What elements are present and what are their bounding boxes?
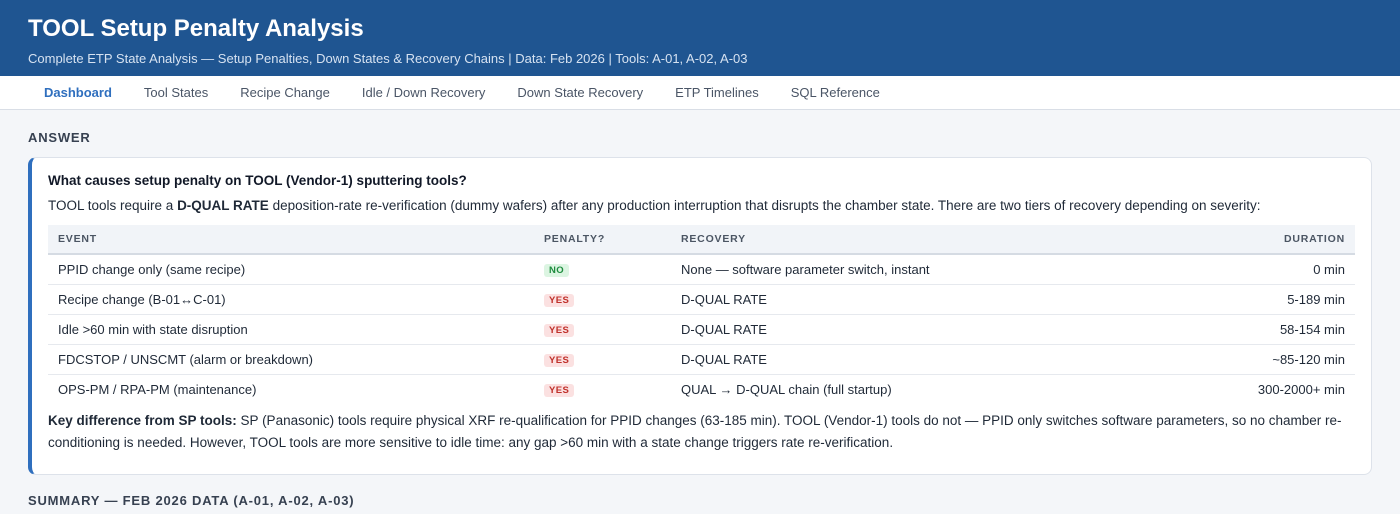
column-header-recovery: RECOVERY: [671, 225, 1160, 255]
intro-text-end: deposition-rate re-verification (dummy w…: [268, 198, 1261, 213]
table-row: Idle >60 min with state disruption YES D…: [48, 314, 1355, 345]
answer-section-title: ANSWER: [28, 130, 91, 145]
duration-cell: 5-189 min: [1160, 284, 1355, 315]
column-header-event: EVENT: [48, 225, 534, 255]
intro-text-start: TOOL tools require a: [48, 198, 178, 213]
answer-question: What causes setup penalty on TOOL (Vendo…: [48, 173, 467, 188]
status-badge: YES: [544, 354, 575, 367]
event-cell: PPID change only (same recipe): [48, 254, 534, 285]
penalty-cell: YES: [534, 344, 671, 375]
tab-sql-reference[interactable]: SQL Reference: [775, 76, 896, 109]
key-difference-label: Key difference from SP tools:: [48, 413, 237, 428]
table-row: Recipe change (B-01↔C-01) YES D-QUAL RAT…: [48, 284, 1355, 315]
tab-dashboard[interactable]: Dashboard: [28, 76, 128, 109]
recovery-cell: D-QUAL RATE: [671, 344, 1160, 375]
page-subtitle: Complete ETP State Analysis — Setup Pena…: [28, 51, 748, 66]
status-badge: YES: [544, 324, 575, 337]
status-badge: YES: [544, 294, 575, 307]
penalty-cell: YES: [534, 314, 671, 345]
recovery-cell: QUAL → D-QUAL chain (full startup): [681, 381, 892, 397]
key-difference-text: SP (Panasonic) tools require physical XR…: [48, 413, 1342, 450]
page-header: TOOL Setup Penalty Analysis Complete ETP…: [0, 0, 1400, 76]
tab-down-state-recovery[interactable]: Down State Recovery: [501, 76, 659, 109]
answer-intro: TOOL tools require a D-QUAL RATE deposit…: [48, 196, 1355, 216]
table-row: PPID change only (same recipe) NO None —…: [48, 254, 1355, 285]
duration-cell: ~85-120 min: [1160, 344, 1355, 375]
table-header-row: EVENT PENALTY? RECOVERY DURATION: [48, 225, 1355, 255]
table-row: FDCSTOP / UNSCMT (alarm or breakdown) YE…: [48, 344, 1355, 375]
duration-cell: 0 min: [1160, 254, 1355, 285]
key-difference-note: Key difference from SP tools: SP (Panaso…: [48, 410, 1355, 454]
tab-bar: Dashboard Tool States Recipe Change Idle…: [0, 76, 1400, 110]
answer-card: What causes setup penalty on TOOL (Vendo…: [28, 157, 1372, 475]
penalty-table: EVENT PENALTY? RECOVERY DURATION PPID ch…: [48, 225, 1355, 404]
tab-recipe-change[interactable]: Recipe Change: [224, 76, 346, 109]
duration-cell: 58-154 min: [1160, 314, 1355, 345]
event-cell: FDCSTOP / UNSCMT (alarm or breakdown): [48, 344, 534, 375]
tab-idle-down-recovery[interactable]: Idle / Down Recovery: [346, 76, 502, 109]
intro-text-bold: D-QUAL RATE: [177, 198, 269, 213]
event-cell: Recipe change (B-01↔C-01): [48, 284, 534, 315]
table-row: OPS-PM / RPA-PM (maintenance) YES QUAL →…: [48, 374, 1355, 404]
recovery-cell: D-QUAL RATE: [671, 284, 1160, 315]
column-header-duration: DURATION: [1160, 225, 1355, 255]
column-header-penalty: PENALTY?: [534, 225, 671, 255]
recovery-cell: None — software parameter switch, instan…: [671, 254, 1160, 285]
recovery-cell: D-QUAL RATE: [671, 314, 1160, 345]
duration-cell: 300-2000+ min: [1257, 381, 1345, 397]
penalty-cell: YES: [534, 374, 671, 404]
penalty-cell: YES: [534, 284, 671, 315]
page-title: TOOL Setup Penalty Analysis: [28, 15, 364, 42]
main-content: ANSWER What causes setup penalty on TOOL…: [0, 110, 1400, 508]
status-badge: NO: [544, 264, 570, 278]
tab-tool-states[interactable]: Tool States: [128, 76, 224, 109]
status-badge: YES: [544, 384, 575, 398]
event-cell: Idle >60 min with state disruption: [48, 314, 534, 345]
event-cell: OPS-PM / RPA-PM (maintenance): [58, 381, 257, 397]
summary-section-title: SUMMARY — FEB 2026 DATA (A-01, A-02, A-0…: [28, 493, 355, 508]
penalty-cell: NO: [534, 254, 671, 285]
tab-etp-timelines[interactable]: ETP Timelines: [659, 76, 775, 109]
